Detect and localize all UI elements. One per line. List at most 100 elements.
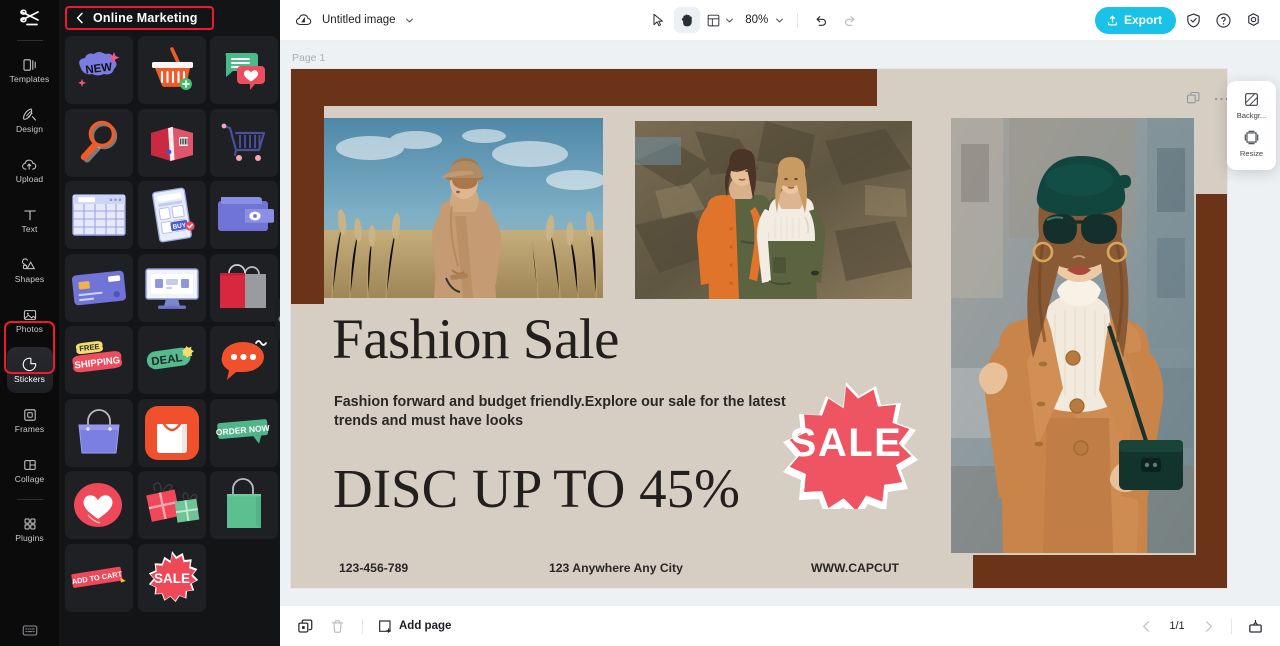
page-preview-icon[interactable] xyxy=(1244,615,1266,637)
sidebar-item-photos[interactable]: Photos xyxy=(7,297,53,343)
duplicate-icon[interactable] xyxy=(294,615,316,637)
add-page-label: Add page xyxy=(399,620,452,632)
design-artboard[interactable]: Fashion Sale Fashion forward and budget … xyxy=(291,69,1227,588)
undo-button[interactable] xyxy=(808,7,834,33)
sidebar-item-label: Upload xyxy=(15,174,44,185)
layout-tool-button[interactable] xyxy=(703,7,737,33)
panel-header: Online Marketing xyxy=(59,0,280,36)
design-footer-phone[interactable]: 123-456-789 xyxy=(339,561,549,575)
rail-divider-bottom xyxy=(16,499,43,500)
photo-model-field[interactable] xyxy=(324,118,603,298)
sticker-credit-card[interactable] xyxy=(65,253,133,322)
export-button[interactable]: Export xyxy=(1094,6,1176,34)
decor-brown-right xyxy=(1196,194,1227,588)
sticker-mobile-buy[interactable]: BUY xyxy=(137,181,206,249)
hand-tool-button[interactable] xyxy=(674,7,701,33)
page-tools xyxy=(1185,90,1230,107)
sidebar-item-label: Stickers xyxy=(13,374,46,385)
sticker-parcel-box[interactable] xyxy=(137,108,206,177)
sticker-desktop-monitor[interactable] xyxy=(137,253,206,322)
sidebar-item-collage[interactable]: Collage xyxy=(7,447,53,493)
sidebar-item-upload[interactable]: Upload xyxy=(7,147,53,193)
sidebar-item-frames[interactable]: Frames xyxy=(7,397,53,443)
sticker-magnifier[interactable] xyxy=(65,108,133,177)
redo-arrow-icon xyxy=(842,12,858,28)
sticker-shopping-bag-app[interactable] xyxy=(137,398,206,467)
sticker-deal[interactable]: DEAL xyxy=(137,326,206,394)
sticker-heart-circle[interactable] xyxy=(65,471,133,539)
context-menu-item-background[interactable]: Backgr... xyxy=(1227,88,1276,123)
sticker-free-shipping[interactable]: FREE SHIPPING xyxy=(65,326,133,394)
templates-icon xyxy=(22,56,38,73)
document-title[interactable]: Untitled image xyxy=(322,14,396,26)
shapes-icon xyxy=(21,256,38,273)
photo-model-street[interactable] xyxy=(951,118,1194,553)
sticker-shopping-cart-outline[interactable] xyxy=(210,108,278,177)
cursor-arrow-icon xyxy=(650,12,666,28)
page-navigation: 1/1 xyxy=(1135,615,1266,637)
canvas-viewport[interactable]: Page 1 Backgr... Resize Fashion Sale Fas… xyxy=(280,41,1280,605)
sidebar-item-design[interactable]: Design xyxy=(7,97,53,143)
select-tool-button[interactable] xyxy=(645,7,671,33)
sidebar-item-templates[interactable]: Templates xyxy=(7,47,53,93)
sidebar-item-shapes[interactable]: Shapes xyxy=(7,247,53,293)
sidebar-item-stickers[interactable]: Stickers xyxy=(6,347,53,393)
sticker-chat-dots[interactable] xyxy=(210,326,278,394)
sticker-wallet[interactable] xyxy=(210,181,278,249)
design-footer-website[interactable]: WWW.CAPCUT xyxy=(811,561,899,575)
upload-cloud-icon xyxy=(21,156,39,173)
trash-icon[interactable] xyxy=(326,615,348,637)
sticker-shopping-basket[interactable] xyxy=(137,36,206,104)
sticker-paper-bags[interactable] xyxy=(210,253,278,322)
capcut-logo-icon[interactable] xyxy=(0,0,59,38)
prev-page-button[interactable] xyxy=(1135,615,1157,637)
sticker-order-now[interactable]: ORDER NOW xyxy=(210,398,278,467)
context-menu-label: Backgr... xyxy=(1236,111,1267,120)
add-page-button[interactable]: Add page xyxy=(377,618,451,634)
zoom-control[interactable]: 80% xyxy=(740,7,787,33)
shield-check-icon[interactable] xyxy=(1180,7,1206,33)
photo-two-models[interactable] xyxy=(635,121,912,299)
sticker-handbag-outline[interactable] xyxy=(65,398,133,467)
stickers-icon xyxy=(21,356,38,373)
next-page-button[interactable] xyxy=(1197,615,1219,637)
add-page-icon xyxy=(377,618,393,634)
panel-header-highlight: Online Marketing xyxy=(65,6,214,30)
zoom-level-value: 80% xyxy=(745,14,769,26)
design-headline[interactable]: Fashion Sale xyxy=(332,311,619,368)
design-discount-text[interactable]: DISC UP TO 45% xyxy=(333,461,740,516)
sticker-add-to-cart[interactable]: ADD TO CART xyxy=(65,543,133,612)
plugins-icon xyxy=(22,515,38,532)
bottom-divider-right xyxy=(1231,618,1232,634)
frames-icon xyxy=(22,406,38,423)
redo-button[interactable] xyxy=(837,7,863,33)
chevron-down-icon[interactable] xyxy=(405,16,414,25)
canvas-tools: 80% xyxy=(414,7,1095,33)
panel-collapse-handle[interactable] xyxy=(275,298,280,340)
chevron-down-icon[interactable] xyxy=(775,16,784,25)
duplicate-page-icon[interactable] xyxy=(1185,90,1202,107)
sticker-chat-bubbles-heart[interactable] xyxy=(210,36,278,104)
keyboard-shortcuts-button[interactable] xyxy=(0,623,59,638)
bottom-divider xyxy=(362,618,363,634)
sidebar-item-text[interactable]: Text xyxy=(7,197,53,243)
design-sale-badge[interactable]: SALE xyxy=(763,381,930,521)
chevron-left-icon[interactable] xyxy=(75,12,85,24)
sidebar-item-label: Frames xyxy=(14,424,45,435)
chevron-down-icon[interactable] xyxy=(725,16,734,25)
settings-gear-icon[interactable] xyxy=(1240,7,1266,33)
export-label: Export xyxy=(1123,13,1162,27)
panel-title: Online Marketing xyxy=(93,11,198,25)
design-footer-address[interactable]: 123 Anywhere Any City xyxy=(549,561,811,575)
design-subheading[interactable]: Fashion forward and budget friendly.Expl… xyxy=(334,393,786,432)
sidebar-item-plugins[interactable]: Plugins xyxy=(7,506,53,552)
sticker-gift-boxes[interactable] xyxy=(137,471,206,539)
context-menu-item-resize[interactable]: Resize xyxy=(1227,126,1276,161)
layout-panel-icon xyxy=(706,13,721,28)
sticker-calendar[interactable] xyxy=(65,181,133,249)
sticker-sale-starburst[interactable]: SALE xyxy=(137,543,206,612)
sticker-green-bag[interactable] xyxy=(210,471,278,539)
sticker-new-badge[interactable]: NEW xyxy=(65,36,133,104)
help-question-icon[interactable] xyxy=(1210,7,1236,33)
bottom-left-actions: Add page xyxy=(294,615,451,637)
